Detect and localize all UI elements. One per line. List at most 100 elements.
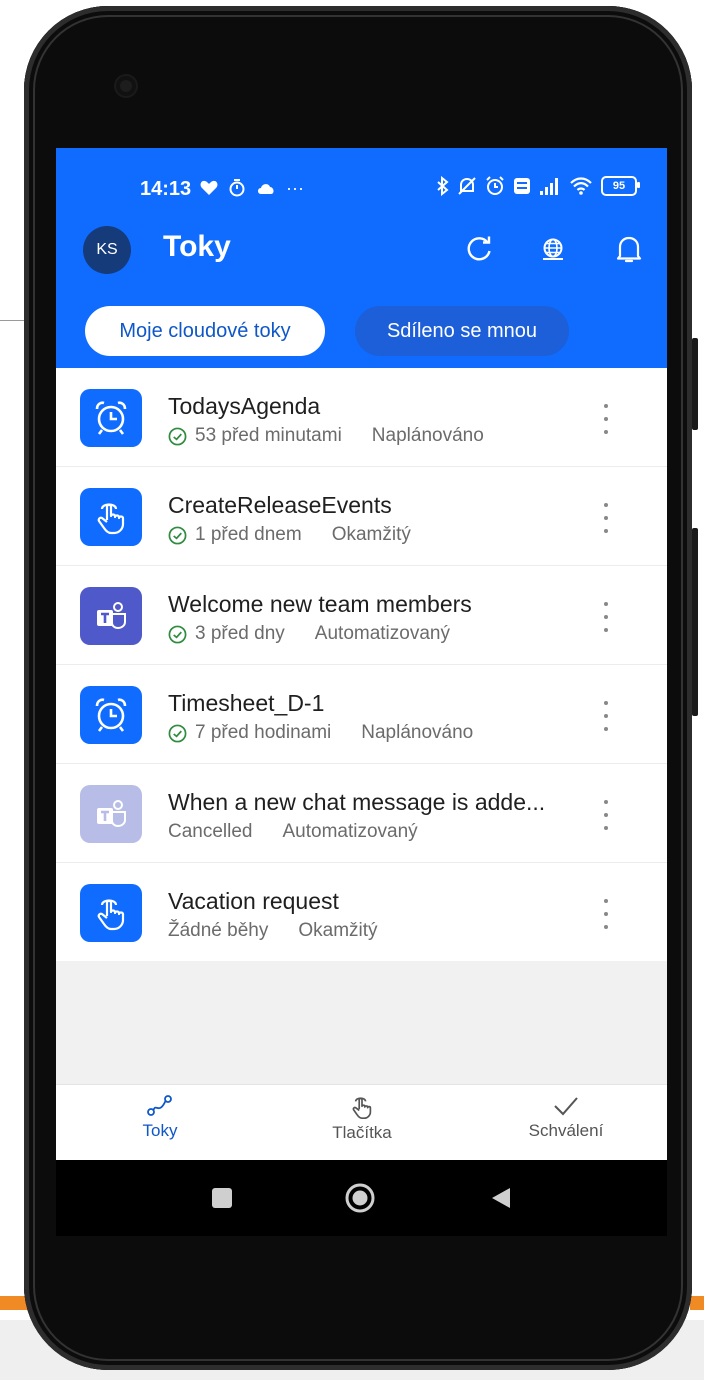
flow-type: Okamžitý	[331, 524, 411, 545]
flow-meta: 53 před minutami Naplánováno	[168, 425, 484, 447]
nav-label: Schválení	[528, 1121, 604, 1140]
page-title: Toky	[163, 230, 231, 263]
camera-lens	[116, 76, 136, 96]
dot	[604, 430, 608, 434]
dot	[604, 714, 608, 718]
bottom-navigation: Toky Tlačítka Schválení	[56, 1084, 667, 1160]
dot	[604, 516, 608, 520]
flow-last-run: 7 před hodinami	[195, 722, 332, 743]
globe-icon	[543, 238, 563, 260]
more-dots-icon: ···	[286, 178, 304, 198]
checkmark-icon	[554, 1097, 578, 1116]
nav-item-flows[interactable]: Toky	[90, 1093, 230, 1141]
nav-label: Tlačítka	[332, 1123, 392, 1142]
flow-meta: Cancelled Automatizovaný	[168, 821, 418, 843]
flow-name: TodaysAgenda	[168, 393, 321, 419]
dot	[604, 912, 608, 916]
dot	[604, 417, 608, 421]
flow-meta: 7 před hodinami Naplánováno	[168, 722, 473, 744]
alarm-icon	[486, 176, 504, 195]
flow-icon-badge	[80, 686, 142, 744]
dot	[604, 529, 608, 533]
signal-icon	[540, 178, 558, 195]
nav-label: Toky	[142, 1121, 178, 1140]
flow-type: Automatizovaný	[282, 821, 418, 842]
back-button[interactable]	[490, 1186, 512, 1210]
flow-name: Welcome new team members	[168, 591, 472, 617]
status-time: 14:13	[140, 178, 192, 200]
flow-last-run: 53 před minutami	[195, 425, 342, 446]
mute-bell-icon	[458, 177, 476, 195]
flow-icon	[147, 1095, 172, 1116]
flow-name: When a new chat message is adde...	[168, 789, 546, 815]
notifications-button[interactable]	[612, 232, 646, 266]
flow-icon-badge	[80, 587, 142, 645]
flow-meta: 3 před dny Automatizovaný	[168, 623, 450, 645]
more-options-button[interactable]	[599, 503, 613, 533]
status-right-icons: 95	[437, 176, 640, 196]
alarm-clock-icon	[95, 401, 127, 435]
dot	[604, 615, 608, 619]
more-options-button[interactable]	[599, 899, 613, 929]
battery-level: 95	[612, 180, 626, 192]
wifi-icon	[570, 177, 592, 195]
dot	[604, 727, 608, 731]
flow-last-run: 3 před dny	[195, 623, 285, 644]
flow-row[interactable]: Welcome new team members 3 před dny Auto…	[56, 566, 667, 665]
tab-my-cloud-flows[interactable]: Moje cloudové toky	[85, 306, 325, 356]
success-check-icon	[168, 427, 187, 445]
flow-name: CreateReleaseEvents	[168, 492, 392, 518]
environment-button[interactable]	[536, 232, 570, 266]
flow-row[interactable]: Vacation request Žádné běhy Okamžitý	[56, 863, 667, 961]
system-navigation-bar	[56, 1160, 667, 1236]
flow-icon-badge	[80, 389, 142, 447]
cloud-icon	[258, 184, 274, 194]
flow-type: Naplánováno	[361, 722, 474, 743]
nav-item-buttons[interactable]: Tlačítka	[292, 1093, 432, 1143]
more-options-button[interactable]	[599, 800, 613, 830]
tab-shared-with-me[interactable]: Sdíleno se mnou	[355, 306, 569, 356]
tap-hand-icon	[97, 899, 125, 931]
refresh-icon	[467, 236, 491, 261]
flow-type: Automatizovaný	[314, 623, 450, 644]
app-screen: 14:13 ··· 95 KS Toky Moje cloudové toky …	[56, 148, 667, 1160]
success-check-icon	[168, 625, 187, 643]
dot	[604, 701, 608, 705]
more-options-button[interactable]	[599, 701, 613, 731]
more-options-button[interactable]	[599, 602, 613, 632]
dot	[604, 800, 608, 804]
bell-icon	[616, 236, 642, 263]
app-header: 14:13 ··· 95 KS Toky Moje cloudové toky …	[56, 148, 667, 368]
more-options-button[interactable]	[599, 404, 613, 434]
flow-type: Okamžitý	[298, 920, 378, 941]
dot	[604, 404, 608, 408]
recent-apps-button[interactable]	[212, 1188, 232, 1208]
dot	[604, 602, 608, 606]
tap-hand-icon	[97, 503, 125, 535]
teams-icon	[97, 602, 126, 630]
flow-last-run: Žádné běhy	[168, 920, 269, 941]
flow-row[interactable]: CreateReleaseEvents 1 před dnem Okamžitý	[56, 467, 667, 566]
volume-button	[692, 338, 698, 430]
flow-list: TodaysAgenda 53 před minutami Naplánován…	[56, 368, 667, 961]
avatar[interactable]: KS	[83, 226, 131, 274]
flow-name: Vacation request	[168, 888, 339, 914]
refresh-button[interactable]	[462, 232, 496, 266]
flow-name: Timesheet_D-1	[168, 690, 325, 716]
bluetooth-icon	[437, 176, 449, 196]
power-button	[692, 528, 698, 716]
alarm-clock-icon	[95, 698, 127, 732]
flow-row[interactable]: Timesheet_D-1 7 před hodinami Naplánován…	[56, 665, 667, 764]
heart-icon	[200, 180, 218, 195]
dot	[604, 503, 608, 507]
flow-icon-badge	[80, 785, 142, 843]
success-check-icon	[168, 724, 187, 742]
dot	[604, 628, 608, 632]
home-button[interactable]	[344, 1182, 376, 1214]
timer-icon	[229, 179, 245, 197]
flow-row[interactable]: When a new chat message is adde... Cance…	[56, 764, 667, 863]
nav-item-approvals[interactable]: Schválení	[496, 1093, 636, 1141]
dot	[604, 813, 608, 817]
battery-icon: 95	[601, 176, 640, 196]
flow-row[interactable]: TodaysAgenda 53 před minutami Naplánován…	[56, 368, 667, 467]
